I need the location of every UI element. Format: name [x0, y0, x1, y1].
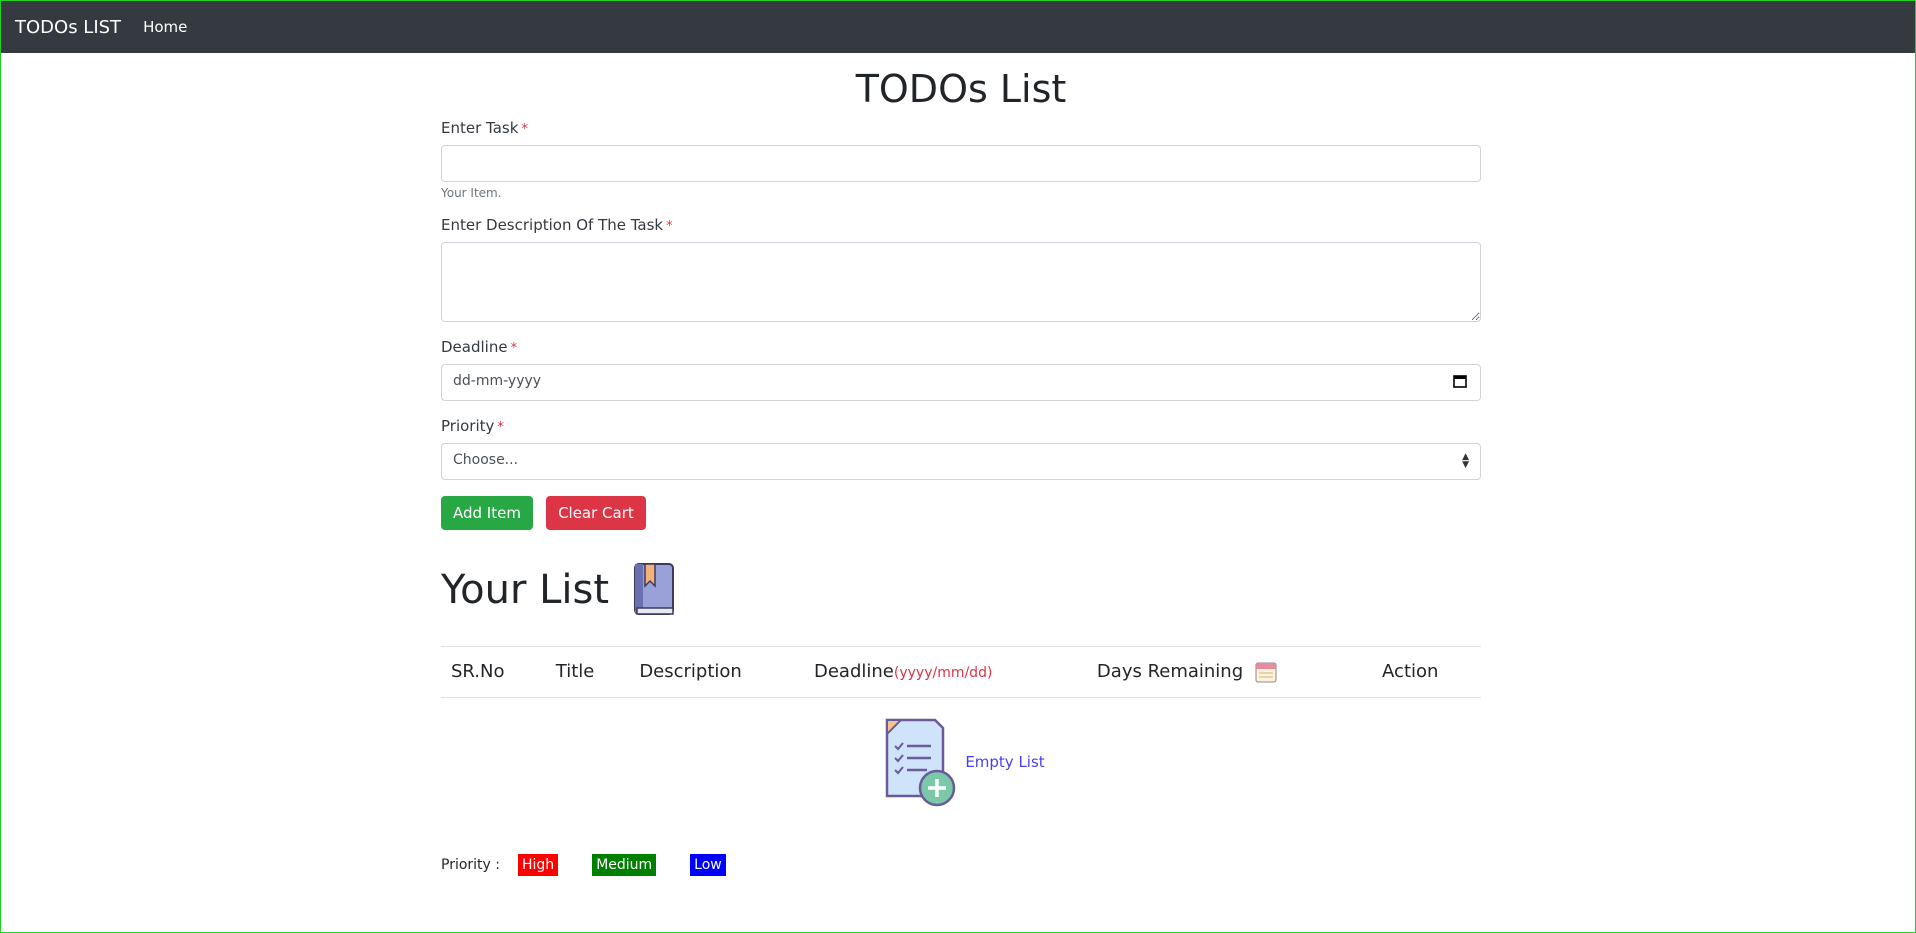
clear-cart-button[interactable]: Clear Cart: [546, 495, 646, 530]
book-icon: [634, 562, 675, 615]
required-mark: *: [510, 340, 518, 356]
priority-label-text: Priority: [441, 416, 495, 435]
select-arrows-icon: ▲ ▼: [1462, 451, 1469, 470]
main-container: TODOs List Enter Task * Your Item. Enter …: [441, 53, 1481, 876]
task-label-text: Enter Task: [441, 118, 519, 137]
col-deadline-format: (yyyy/mm/dd): [893, 665, 993, 682]
priority-selected-value: Choose...: [453, 451, 519, 468]
document-add-icon: [886, 718, 956, 807]
deadline-field[interactable]: dd-mm-yyyy: [441, 363, 1481, 401]
required-mark: *: [521, 121, 528, 137]
priority-legend: Priority : High Medium Low: [441, 853, 1481, 876]
task-form-group: Enter Task * Your Item.: [441, 119, 1481, 200]
empty-list-link[interactable]: Empty List: [965, 753, 1044, 771]
navbar: TODOs LIST Home: [1, 1, 1915, 53]
todo-table: SR.No Title Description Deadline(yyyy/mm…: [441, 645, 1481, 830]
priority-form-group: Priority * Choose... ▲ ▼: [441, 417, 1481, 480]
priority-label: Priority *: [441, 417, 1481, 435]
description-form-group: Enter Description Of The Task *: [441, 216, 1481, 322]
list-heading: Your List: [441, 562, 1481, 618]
empty-row: Empty List: [441, 697, 1481, 830]
calendar-icon[interactable]: [1453, 374, 1467, 388]
empty-state: Empty List: [877, 716, 1045, 808]
empty-cell: Empty List: [441, 697, 1481, 830]
nav-home-link[interactable]: Home: [143, 18, 187, 36]
page-title: TODOs List: [855, 67, 1067, 111]
col-days-remaining: Days Remaining: [1086, 645, 1373, 698]
deadline-form-group: Deadline * dd-mm-yyyy: [441, 338, 1481, 401]
calendar-color-icon: [1255, 662, 1277, 683]
required-mark: *: [497, 419, 504, 435]
deadline-placeholder: dd-mm-yyyy: [453, 372, 542, 389]
task-input[interactable]: [441, 144, 1481, 182]
list-title: Your List: [441, 566, 610, 613]
col-days-remaining-label: Days Remaining: [1096, 660, 1244, 682]
task-help-text: Your Item.: [441, 185, 502, 200]
legend-label: Priority :: [441, 856, 500, 873]
form-actions: Add Item Clear Cart: [441, 495, 1481, 530]
priority-high-badge: High: [518, 853, 559, 876]
description-label: Enter Description Of The Task *: [441, 216, 1481, 234]
col-srno: SR.No: [441, 645, 546, 698]
col-deadline-label: Deadline: [814, 661, 894, 683]
task-label: Enter Task *: [441, 119, 1481, 137]
add-item-button[interactable]: Add Item: [441, 495, 533, 530]
table-header-row: SR.No Title Description Deadline(yyyy/mm…: [441, 645, 1481, 698]
priority-select-box[interactable]: [441, 442, 1481, 480]
col-deadline: Deadline(yyyy/mm/dd): [804, 645, 1087, 698]
col-title: Title: [545, 645, 630, 698]
description-textarea[interactable]: [441, 241, 1481, 322]
col-description: Description: [629, 645, 804, 698]
deadline-label: Deadline *: [441, 338, 1481, 356]
priority-low-badge: Low: [690, 853, 726, 876]
required-mark: *: [666, 218, 673, 234]
deadline-input[interactable]: [441, 363, 1481, 401]
description-label-text: Enter Description Of The Task: [441, 215, 664, 234]
navbar-brand[interactable]: TODOs LIST: [15, 17, 121, 38]
priority-medium-badge: Medium: [592, 853, 657, 876]
deadline-label-text: Deadline: [441, 337, 508, 356]
col-action: Action: [1372, 645, 1481, 698]
priority-select[interactable]: Choose... ▲ ▼: [441, 442, 1481, 480]
